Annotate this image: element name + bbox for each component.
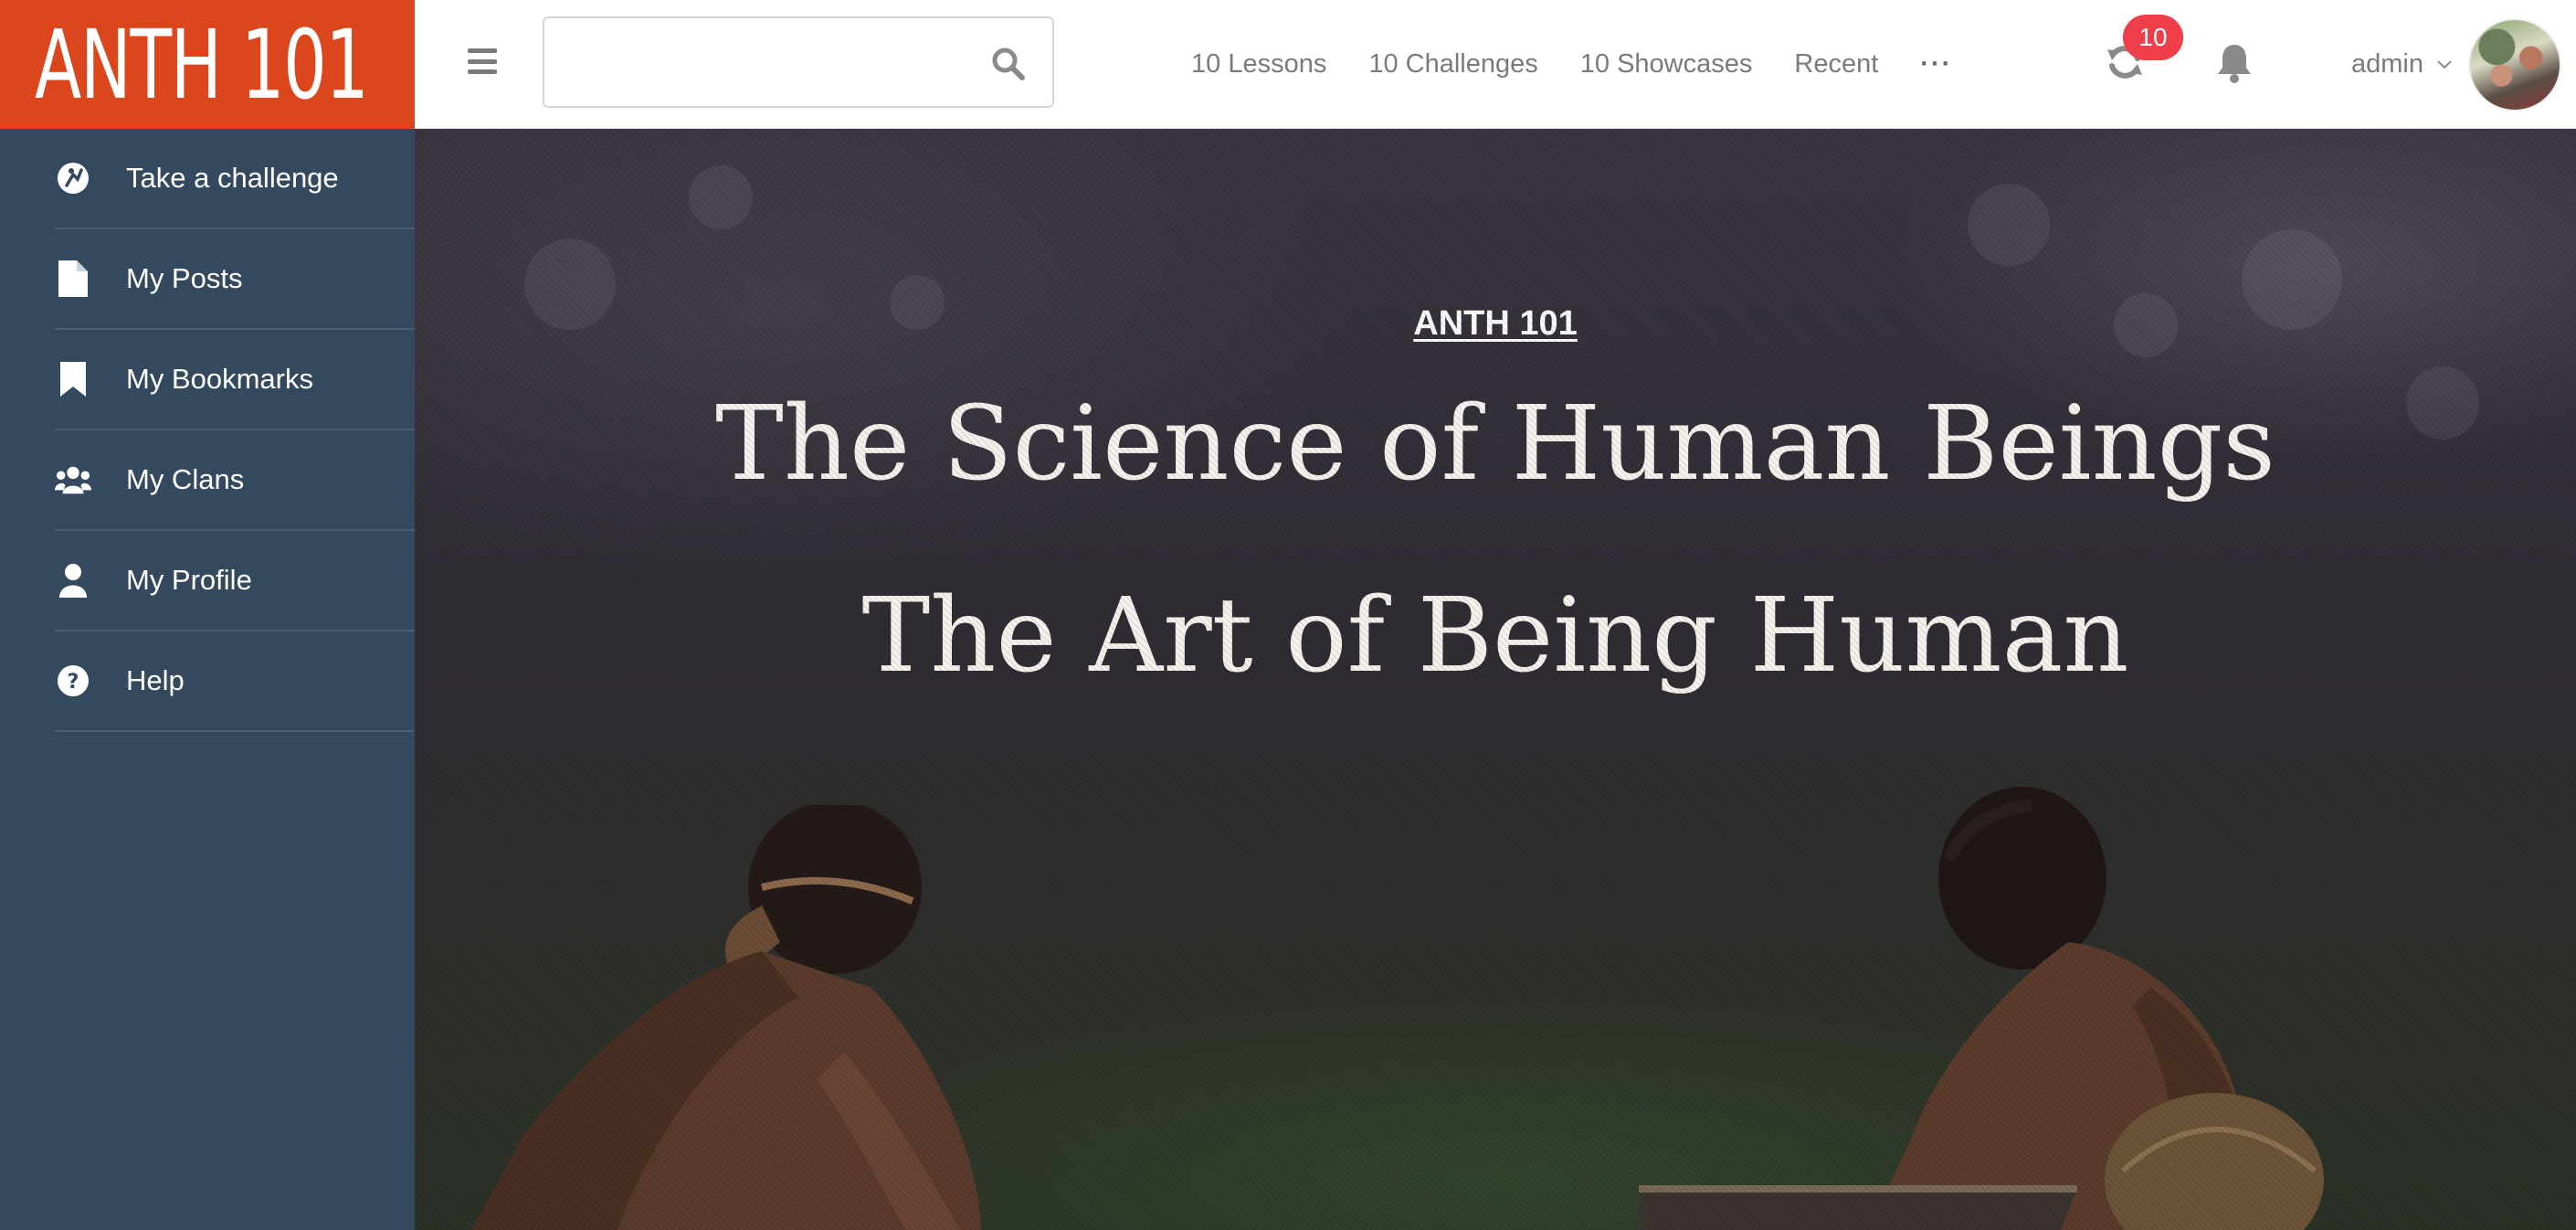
compass-challenge-icon xyxy=(55,160,91,196)
search-box xyxy=(543,16,1054,108)
hero-figure-left xyxy=(471,805,981,1230)
hero-headline-1: The Science of Human Beings xyxy=(715,385,2275,504)
sidebar-item-help[interactable]: ? Help xyxy=(55,631,415,732)
brand-text: ANTH 101 xyxy=(35,8,369,121)
brand-logo[interactable]: ANTH 101 xyxy=(0,0,415,129)
search-input[interactable] xyxy=(544,18,974,106)
question-circle-icon: ? xyxy=(55,663,91,699)
top-bar: 10 Lessons 10 Challenges 10 Showcases Re… xyxy=(415,0,2576,129)
sidebar-item-my-clans[interactable]: My Clans xyxy=(55,430,415,531)
sidebar-item-label: My Profile xyxy=(126,564,252,596)
sidebar-item-take-a-challenge[interactable]: Take a challenge xyxy=(55,129,415,229)
user-menu[interactable]: admin xyxy=(2351,0,2453,129)
document-icon xyxy=(55,260,91,297)
hero-kicker-link[interactable]: ANTH 101 xyxy=(415,304,2576,344)
sidebar-item-my-profile[interactable]: My Profile xyxy=(55,531,415,631)
search-icon[interactable] xyxy=(990,46,1027,82)
bell-icon[interactable] xyxy=(2214,42,2254,84)
menu-toggle-icon[interactable] xyxy=(468,48,497,74)
bookmark-icon xyxy=(55,361,91,398)
sidebar-item-label: Take a challenge xyxy=(126,162,339,194)
sidebar-item-label: Help xyxy=(126,664,185,696)
nav-more-button[interactable]: ··· xyxy=(1920,49,1952,80)
hero-figure-right xyxy=(1639,787,2324,1230)
sidebar-item-my-bookmarks[interactable]: My Bookmarks xyxy=(55,330,415,430)
nav-lessons[interactable]: 10 Lessons xyxy=(1191,49,1326,80)
nav-recent[interactable]: Recent xyxy=(1794,49,1878,80)
sidebar-item-label: My Bookmarks xyxy=(126,363,313,395)
sidebar-item-my-posts[interactable]: My Posts xyxy=(55,229,415,330)
nav-challenges[interactable]: 10 Challenges xyxy=(1368,49,1537,80)
sidebar-item-label: My Clans xyxy=(126,463,245,495)
avatar[interactable] xyxy=(2468,18,2561,111)
users-group-icon xyxy=(55,461,91,498)
top-nav: 10 Lessons 10 Challenges 10 Showcases Re… xyxy=(1191,0,1952,129)
user-icon xyxy=(55,562,91,599)
nav-showcases[interactable]: 10 Showcases xyxy=(1580,49,1753,80)
chevron-down-icon xyxy=(2437,59,2452,69)
sidebar-item-label: My Posts xyxy=(126,262,243,294)
hero-headline-2: The Art of Being Human xyxy=(861,577,2129,695)
svg-text:?: ? xyxy=(68,671,79,694)
sync-count-badge: 10 xyxy=(2123,15,2183,60)
hero-banner: ANTH 101 The Science of Human Beings The… xyxy=(415,129,2576,1230)
user-name: admin xyxy=(2351,49,2423,79)
sidebar: Take a challenge My Posts My Bookmarks M… xyxy=(0,129,415,1230)
